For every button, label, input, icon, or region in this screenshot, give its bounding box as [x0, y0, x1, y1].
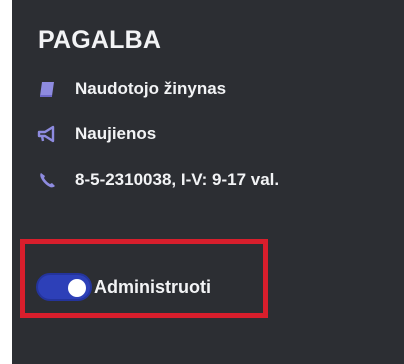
book-icon — [37, 79, 57, 99]
menu-item-user-guide[interactable]: Naudotojo žinynas — [37, 74, 226, 104]
section-title: PAGALBA — [38, 26, 162, 54]
menu-item-label: 8-5-2310038, I-V: 9-17 val. — [75, 170, 280, 189]
menu-item-label: Naudotojo žinynas — [75, 79, 227, 98]
help-panel: PAGALBA Naudotojo žinynas Naujienos 8-5-… — [12, 0, 404, 364]
menu-item-phone[interactable]: 8-5-2310038, I-V: 9-17 val. — [37, 165, 279, 195]
admin-toggle-label: Administruoti — [94, 276, 211, 297]
phone-icon — [37, 170, 57, 190]
admin-toggle-row[interactable]: Administruoti — [36, 273, 211, 301]
admin-toggle-switch[interactable] — [36, 273, 92, 301]
toggle-knob — [68, 279, 86, 297]
menu-item-label: Naujienos — [75, 124, 157, 143]
menu-item-news[interactable]: Naujienos — [37, 119, 156, 149]
megaphone-icon — [37, 124, 57, 144]
